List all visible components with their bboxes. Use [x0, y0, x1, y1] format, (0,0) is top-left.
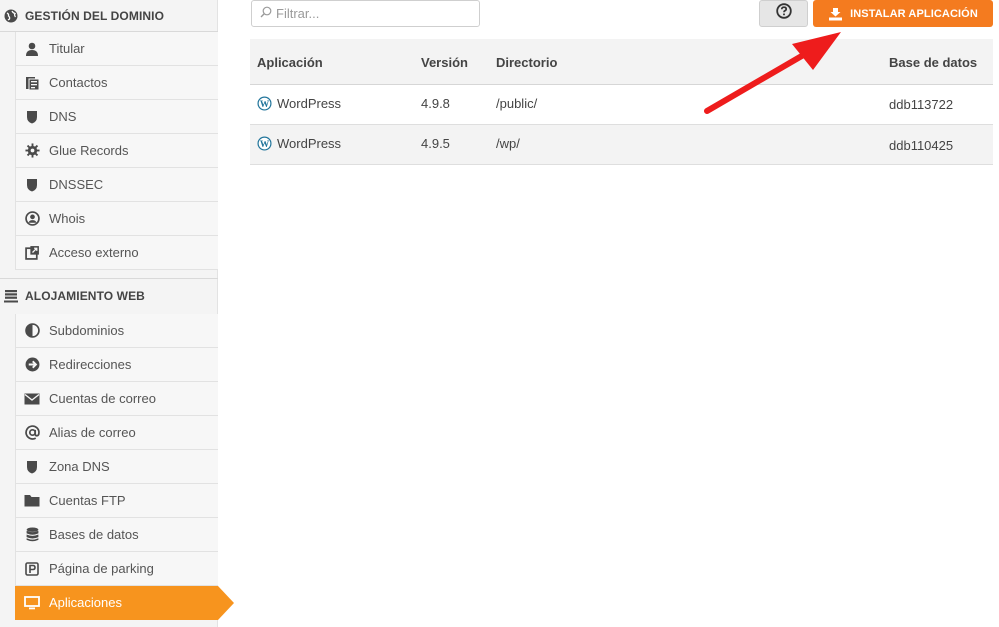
install-application-button[interactable]: INSTALAR APLICACIÓN	[813, 0, 993, 27]
sidebar-item-zona-dns[interactable]: Zona DNS	[15, 450, 218, 484]
sidebar-item-label: Acceso externo	[49, 245, 139, 260]
app-name: WordPress	[277, 135, 342, 151]
section-title: ALOJAMIENTO WEB	[25, 289, 145, 303]
gear-icon	[23, 143, 41, 159]
sidebar-item-acceso-externo[interactable]: Acceso externo	[15, 236, 218, 270]
sidebar-item-glue-records[interactable]: Glue Records	[15, 134, 218, 168]
sidebar-item-label: Cuentas de correo	[49, 391, 156, 406]
shield-icon	[23, 109, 41, 125]
search-icon	[260, 5, 272, 23]
app-name: WordPress	[277, 95, 342, 111]
sidebar-item-label: DNSSEC	[49, 177, 104, 192]
directory-cell: /public/	[496, 95, 538, 111]
header-aplicacion[interactable]: Aplicación	[257, 39, 323, 85]
sidebar-item-aplicaciones[interactable]: Aplicaciones	[15, 586, 234, 620]
sidebar-item-cuentas-de-correo[interactable]: Cuentas de correo	[15, 382, 218, 416]
address-book-icon	[23, 75, 41, 91]
filter-input[interactable]	[276, 6, 466, 21]
sidebar-item-dns[interactable]: DNS	[15, 100, 218, 134]
sidebar-item-label: Whois	[49, 211, 86, 226]
wordpress-icon: W	[257, 135, 272, 151]
version-cell: 4.9.8	[421, 95, 450, 111]
sidebar-item-subdominios[interactable]: Subdominios	[15, 314, 218, 348]
sidebar-item-label: Alias de correo	[49, 425, 136, 440]
globe-icon	[3, 8, 19, 24]
sidebar-item-redirecciones[interactable]: Redirecciones	[15, 348, 218, 382]
sidebar-item-label: DNS	[49, 109, 77, 124]
monitor-icon	[23, 595, 41, 611]
sidebar-item-bases-de-datos[interactable]: Bases de datos	[15, 518, 218, 552]
sidebar: GESTIÓN DEL DOMINIO Titular Contactos DN…	[0, 0, 234, 627]
external-link-icon	[23, 245, 41, 261]
parking-icon	[23, 561, 41, 577]
sidebar-item-whois[interactable]: Whois	[15, 202, 218, 236]
sidebar-item-alias-de-correo[interactable]: Alias de correo	[15, 416, 218, 450]
shield-icon	[23, 459, 41, 475]
database-cell: ddb113722	[889, 96, 954, 112]
sidebar-item-label: Subdominios	[49, 323, 125, 338]
sidebar-item-label: Titular	[49, 41, 85, 56]
sidebar-item-cuentas-ftp[interactable]: Cuentas FTP	[15, 484, 218, 518]
divider	[0, 278, 218, 279]
table-row[interactable]: W WordPress 4.9.5 /wp/ ddb110425	[250, 125, 993, 165]
section-title: GESTIÓN DEL DOMINIO	[25, 9, 165, 23]
sidebar-item-label: Glue Records	[49, 143, 129, 158]
server-icon	[3, 288, 19, 304]
at-icon	[23, 425, 41, 441]
user-icon	[23, 41, 41, 57]
svg-text:W: W	[260, 99, 270, 109]
database-icon	[23, 527, 41, 543]
sidebar-item-label: Bases de datos	[49, 527, 139, 542]
half-circle-icon	[23, 323, 41, 339]
svg-text:W: W	[260, 139, 270, 149]
header-base-de-datos[interactable]: Base de datos	[889, 39, 977, 85]
sidebar-item-titular[interactable]: Titular	[15, 32, 218, 66]
help-button[interactable]	[759, 0, 808, 27]
envelope-icon	[23, 391, 41, 407]
table-row[interactable]: W WordPress 4.9.8 /public/ ddb113722	[250, 85, 993, 125]
filter-field[interactable]	[251, 0, 480, 27]
sidebar-item-label: Redirecciones	[49, 357, 132, 372]
arrow-circle-icon	[23, 357, 41, 373]
install-icon	[828, 7, 843, 21]
app-cell: W WordPress	[257, 94, 341, 112]
sidebar-item-pagina-de-parking[interactable]: Página de parking	[15, 552, 218, 586]
sidebar-item-dnssec[interactable]: DNSSEC	[15, 168, 218, 202]
wordpress-icon: W	[257, 95, 272, 111]
version-cell: 4.9.5	[421, 135, 450, 151]
app-cell: W WordPress	[257, 134, 341, 152]
sidebar-item-label: Contactos	[49, 75, 108, 90]
section-header-domain: GESTIÓN DEL DOMINIO	[0, 0, 218, 32]
sidebar-item-label: Aplicaciones	[49, 595, 122, 610]
folder-icon	[23, 493, 41, 509]
table-header: Aplicación Versión Directorio Base de da…	[250, 39, 993, 85]
section-header-hosting: ALOJAMIENTO WEB	[0, 280, 218, 312]
sidebar-item-contactos[interactable]: Contactos	[15, 66, 218, 100]
header-directorio[interactable]: Directorio	[496, 39, 557, 85]
applications-table: Aplicación Versión Directorio Base de da…	[250, 39, 993, 165]
database-cell: ddb110425	[889, 137, 954, 153]
sidebar-item-label: Página de parking	[49, 561, 154, 576]
header-version[interactable]: Versión	[421, 39, 468, 85]
directory-cell: /wp/	[496, 135, 520, 151]
shield-icon	[23, 177, 41, 193]
sidebar-item-label: Zona DNS	[49, 459, 110, 474]
sidebar-item-label: Cuentas FTP	[49, 493, 126, 508]
install-application-label: INSTALAR APLICACIÓN	[850, 7, 978, 20]
question-circle-icon	[775, 3, 792, 24]
user-circle-icon	[23, 211, 41, 227]
